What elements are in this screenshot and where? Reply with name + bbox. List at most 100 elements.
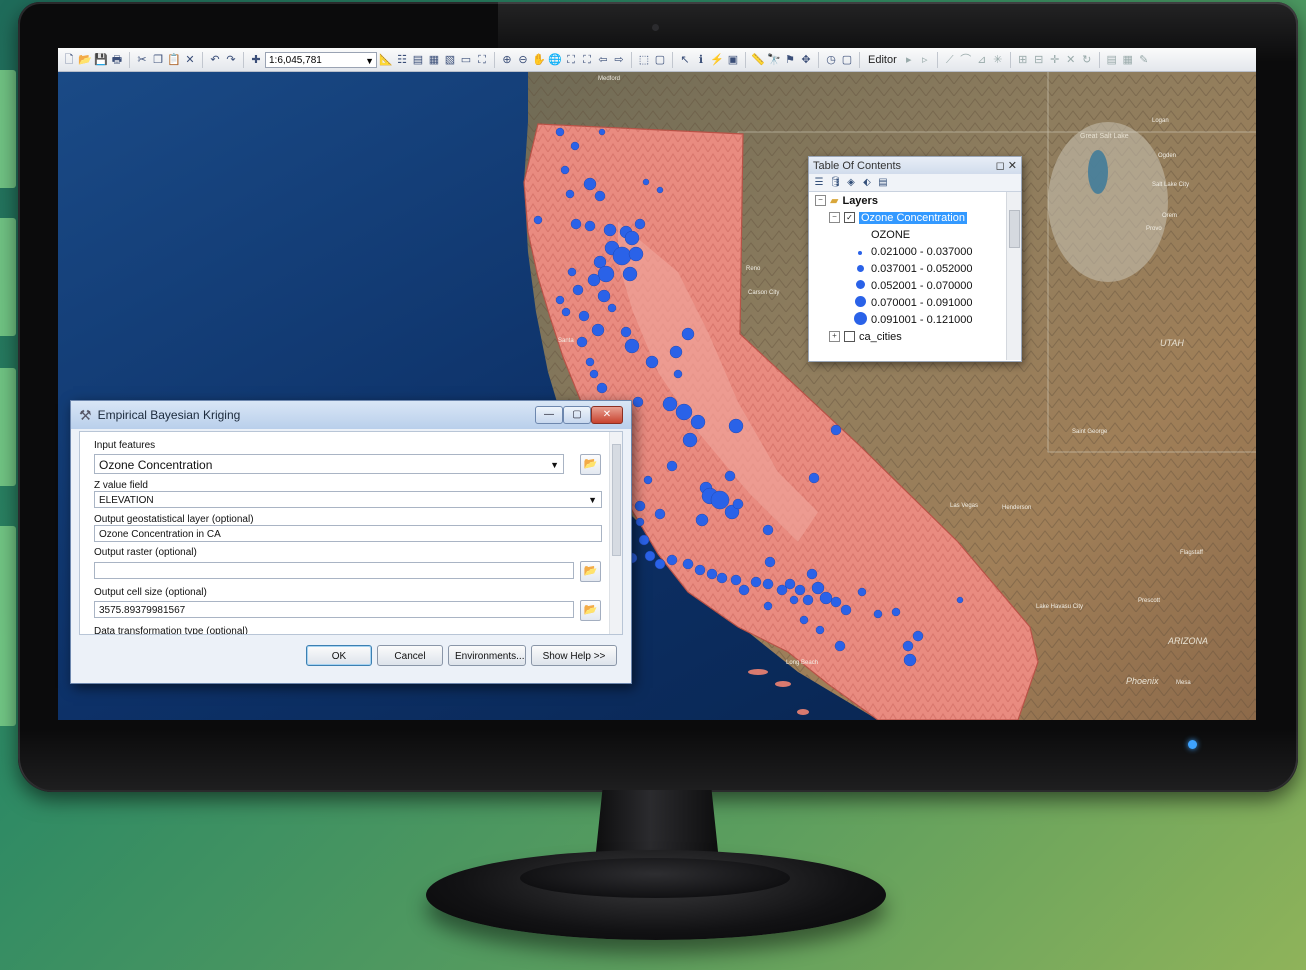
- html-popup-icon[interactable]: ▣: [726, 53, 740, 67]
- paste-icon[interactable]: 📋: [167, 53, 181, 67]
- ozone-point[interactable]: [912, 630, 924, 642]
- ozone-point[interactable]: [666, 460, 678, 472]
- scrollbar-thumb[interactable]: [1009, 210, 1020, 248]
- fixed-zoom-in-icon[interactable]: ⛶: [564, 53, 578, 67]
- legend-class[interactable]: 0.070001 - 0.091000: [853, 294, 973, 311]
- browse-folder-icon[interactable]: 📂: [580, 600, 601, 621]
- ozone-point[interactable]: [632, 396, 644, 408]
- ozone-point[interactable]: [533, 215, 543, 225]
- clear-selection-icon[interactable]: ▢: [653, 53, 667, 67]
- catalog-icon[interactable]: ▤: [411, 53, 425, 67]
- ozone-point[interactable]: [598, 128, 606, 136]
- ozone-point[interactable]: [624, 230, 640, 246]
- pan-icon[interactable]: ✋: [532, 53, 546, 67]
- minimize-button[interactable]: —: [535, 406, 563, 424]
- ozone-point[interactable]: [695, 513, 709, 527]
- ozone-point[interactable]: [819, 591, 833, 605]
- python-window-icon[interactable]: ▭: [459, 53, 473, 67]
- trace-icon[interactable]: ⊿: [975, 53, 989, 67]
- point-icon[interactable]: ✳: [991, 53, 1005, 67]
- ozone-point[interactable]: [789, 595, 799, 605]
- close-button[interactable]: ✕: [591, 406, 623, 424]
- ozone-point[interactable]: [811, 581, 825, 595]
- ozone-point[interactable]: [873, 609, 883, 619]
- zoom-out-icon[interactable]: ⊖: [516, 53, 530, 67]
- hyperlink-icon[interactable]: ⚡: [710, 53, 724, 67]
- endpoint-arc-icon[interactable]: ⌒: [959, 53, 973, 67]
- ozone-point[interactable]: [673, 369, 683, 379]
- environments-button[interactable]: Environments...: [448, 645, 526, 666]
- ozone-point[interactable]: [662, 396, 678, 412]
- sketch-properties-icon[interactable]: ▦: [1121, 53, 1135, 67]
- rotate-icon[interactable]: ↻: [1080, 53, 1094, 67]
- dialog-title-bar[interactable]: ⚒ Empirical Bayesian Kriging — ▢ ✕: [71, 401, 631, 429]
- ozone-point[interactable]: [572, 284, 584, 296]
- ozone-point[interactable]: [762, 524, 774, 536]
- show-help-button[interactable]: Show Help >>: [531, 645, 617, 666]
- table-of-contents-icon[interactable]: ☷: [395, 53, 409, 67]
- straight-segment-icon[interactable]: ⟋: [943, 53, 957, 67]
- ozone-point[interactable]: [675, 403, 693, 421]
- ozone-point[interactable]: [594, 190, 606, 202]
- ozone-point[interactable]: [578, 310, 590, 322]
- ozone-point[interactable]: [830, 596, 842, 608]
- ozone-point[interactable]: [642, 178, 650, 186]
- legend-class[interactable]: 0.052001 - 0.070000: [853, 277, 973, 294]
- ozone-point[interactable]: [587, 273, 601, 287]
- ozone-point[interactable]: [784, 578, 796, 590]
- viewer-window-icon[interactable]: ▢: [840, 53, 854, 67]
- ozone-point[interactable]: [628, 246, 644, 262]
- model-builder-icon[interactable]: ⛶: [475, 53, 489, 67]
- ozone-point[interactable]: [857, 587, 867, 597]
- ozone-point[interactable]: [585, 357, 595, 367]
- select-features-icon[interactable]: ⬚: [637, 53, 651, 67]
- ozone-point[interactable]: [560, 165, 570, 175]
- ozone-point[interactable]: [612, 246, 632, 266]
- ozone-point[interactable]: [584, 220, 596, 232]
- cell-size-input[interactable]: 3575.89379981567: [94, 601, 574, 618]
- find-icon[interactable]: 🔭: [767, 53, 781, 67]
- ozone-point[interactable]: [762, 578, 774, 590]
- identify-icon[interactable]: ℹ: [694, 53, 708, 67]
- ozone-point[interactable]: [638, 534, 650, 546]
- ozone-point[interactable]: [903, 653, 917, 667]
- cancel-button[interactable]: Cancel: [377, 645, 443, 666]
- reshape-icon[interactable]: ⊟: [1032, 53, 1046, 67]
- ozone-point[interactable]: [750, 576, 762, 588]
- browse-folder-icon[interactable]: 📂: [580, 454, 601, 475]
- search-window-icon[interactable]: ▦: [427, 53, 441, 67]
- time-slider-icon[interactable]: ◷: [824, 53, 838, 67]
- create-features-icon[interactable]: ✎: [1137, 53, 1151, 67]
- ozone-point[interactable]: [591, 323, 605, 337]
- ozone-point[interactable]: [555, 127, 565, 137]
- output-raster-input[interactable]: [94, 562, 574, 579]
- legend-class[interactable]: 0.021000 - 0.037000: [853, 243, 973, 260]
- toc-scrollbar[interactable]: [1006, 192, 1021, 360]
- ok-button[interactable]: OK: [306, 645, 372, 666]
- ozone-point[interactable]: [724, 470, 736, 482]
- list-by-visibility-icon[interactable]: ◈: [845, 177, 857, 189]
- attributes-icon[interactable]: ▤: [1105, 53, 1119, 67]
- ozone-point[interactable]: [706, 568, 718, 580]
- maximize-button[interactable]: ▢: [563, 406, 591, 424]
- ozone-point[interactable]: [607, 303, 617, 313]
- forward-extent-icon[interactable]: ⇨: [612, 53, 626, 67]
- ozone-point[interactable]: [654, 558, 666, 570]
- list-by-drawing-order-icon[interactable]: ☰: [813, 177, 825, 189]
- redo-icon[interactable]: ↷: [224, 53, 238, 67]
- ozone-point[interactable]: [597, 289, 611, 303]
- edit-tool-icon[interactable]: ▸: [902, 53, 916, 67]
- ozone-point[interactable]: [902, 640, 914, 652]
- ozone-point[interactable]: [555, 295, 565, 305]
- ozone-point[interactable]: [597, 265, 615, 283]
- editor-toolbar-icon[interactable]: 📐: [379, 53, 393, 67]
- ozone-point[interactable]: [669, 345, 683, 359]
- ozone-point[interactable]: [596, 382, 608, 394]
- editor-menu[interactable]: Editor: [865, 54, 900, 66]
- browse-folder-icon[interactable]: 📂: [580, 561, 601, 582]
- ozone-point[interactable]: [710, 490, 730, 510]
- ozone-point[interactable]: [891, 607, 901, 617]
- list-by-source-icon[interactable]: 🛢: [829, 177, 842, 189]
- edit-annotation-icon[interactable]: ▹: [918, 53, 932, 67]
- ozone-point[interactable]: [690, 414, 706, 430]
